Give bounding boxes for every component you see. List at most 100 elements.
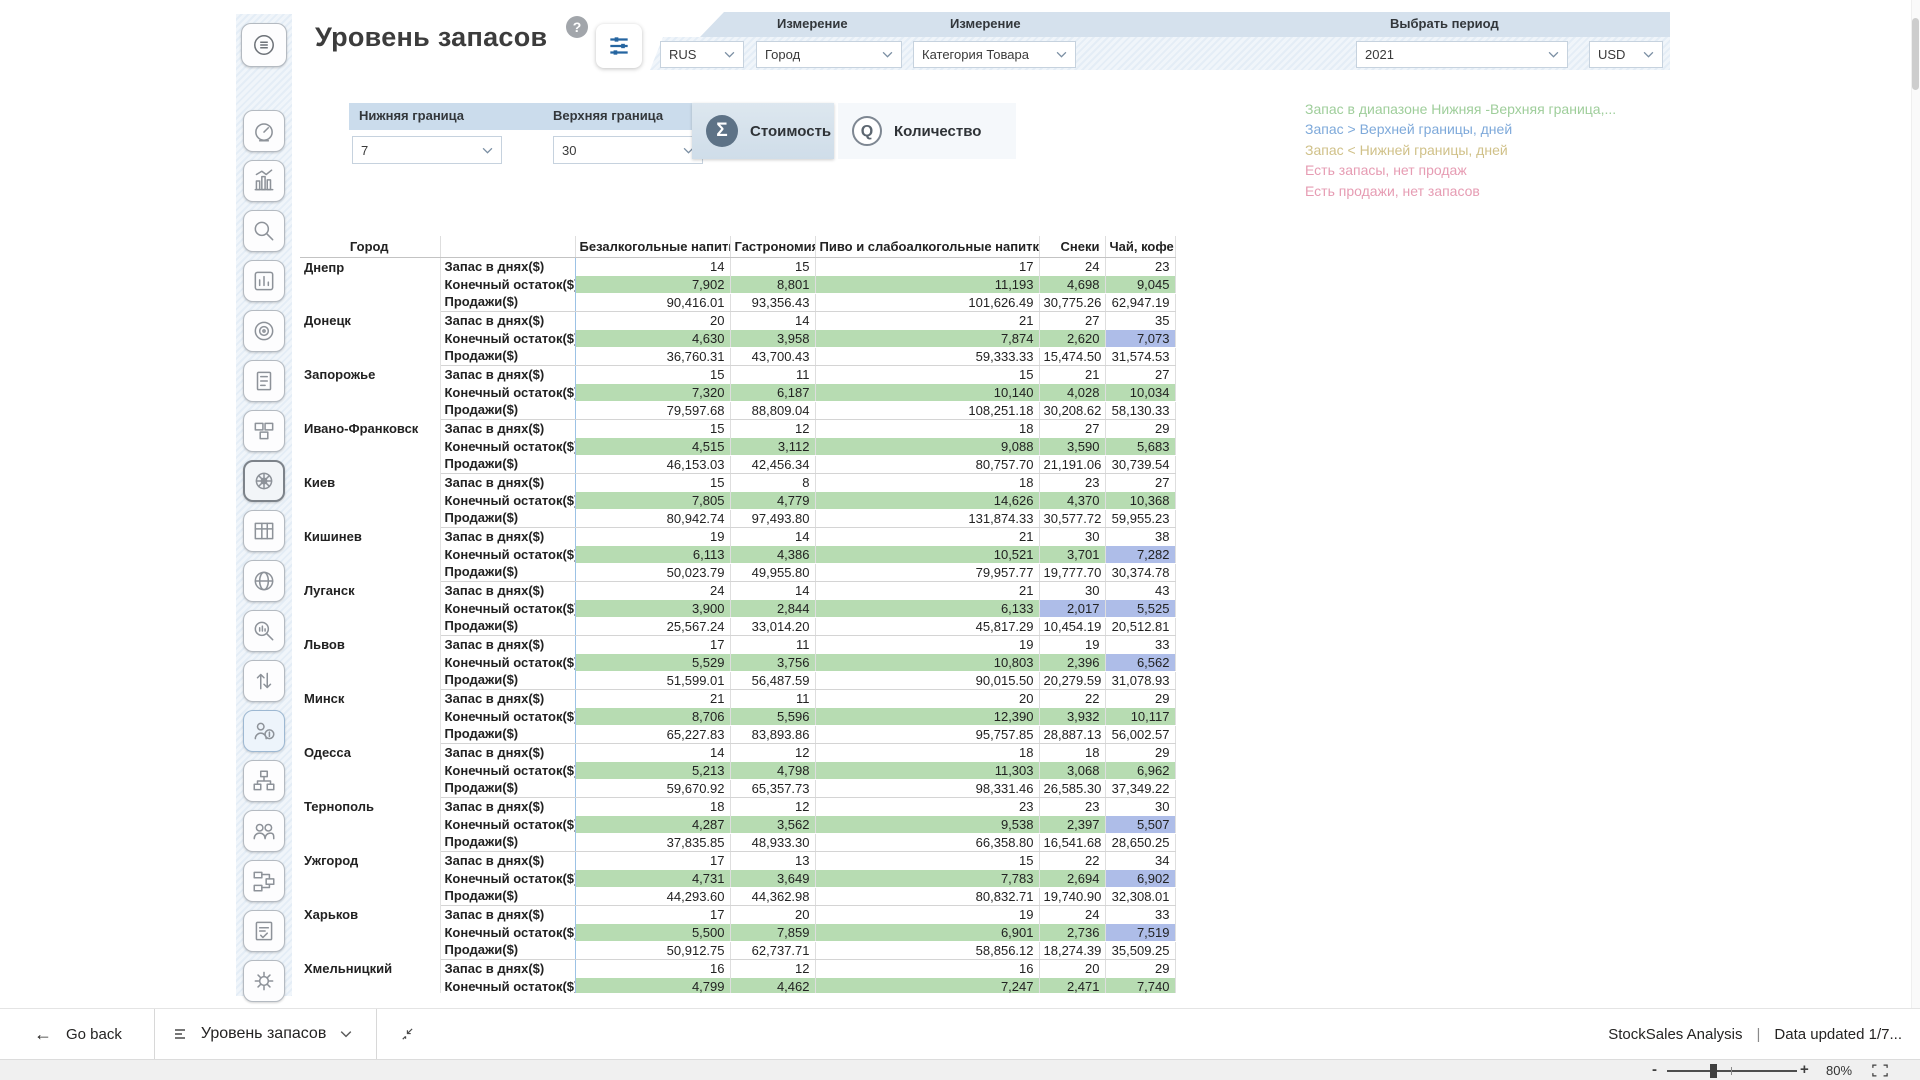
days-value: 18 — [815, 473, 1039, 491]
lower-bound-dropdown[interactable]: 7 — [352, 136, 502, 164]
sales-value: 25,567.24 — [575, 617, 730, 635]
metric-label: Запас в днях($) — [440, 851, 575, 869]
fit-to-page-icon[interactable] — [1872, 1064, 1888, 1077]
sales-value: 45,817.29 — [815, 617, 1039, 635]
kpi-gauge-icon[interactable] — [243, 110, 285, 152]
sales-value: 65,357.73 — [730, 779, 815, 797]
menu-icon[interactable] — [241, 23, 287, 67]
trend-chart-icon[interactable] — [243, 160, 285, 202]
target-icon[interactable] — [243, 310, 285, 352]
sales-value: 18,274.39 — [1039, 941, 1105, 959]
legend-item-2: Запас < Нижней границы, дней — [1305, 140, 1665, 160]
filter-sliders-icon[interactable] — [596, 24, 642, 68]
legend-item-4: Есть продажи, нет запасов — [1305, 181, 1665, 201]
stock-value: 7,902 — [575, 275, 730, 293]
days-value: 19 — [575, 527, 730, 545]
stock-value: 9,538 — [815, 815, 1039, 833]
zoom-out-button[interactable]: - — [1652, 1061, 1657, 1078]
metric-label: Конечный остаток($) — [440, 545, 575, 563]
city-cell: Минск — [300, 689, 440, 743]
dimension1-dropdown[interactable]: Город — [756, 41, 902, 68]
stock-value: 3,932 — [1039, 707, 1105, 725]
stock-value: 2,397 — [1039, 815, 1105, 833]
compare-arrows-icon[interactable] — [243, 660, 285, 702]
search-analysis-icon[interactable] — [243, 210, 285, 252]
legend-item-0: Запас в диапазоне Нижняя -Верхняя границ… — [1305, 99, 1665, 119]
stock-wheel-icon[interactable] — [243, 460, 285, 502]
search-report-icon[interactable] — [243, 610, 285, 652]
stock-value: 3,068 — [1039, 761, 1105, 779]
help-icon[interactable]: ? — [566, 16, 588, 38]
doc-check-icon[interactable] — [243, 910, 285, 952]
metric-label: Запас в днях($) — [440, 905, 575, 923]
stock-value: 3,562 — [730, 815, 815, 833]
lower-bound-label: Нижняя граница — [359, 108, 464, 123]
currency-dropdown[interactable]: USD — [1589, 41, 1663, 68]
collapse-button[interactable] — [399, 1027, 414, 1042]
stock-value: 2,620 — [1039, 329, 1105, 347]
stock-value: 7,073 — [1105, 329, 1175, 347]
bar-chart-icon[interactable] — [243, 260, 285, 302]
sales-value: 10,454.19 — [1039, 617, 1105, 635]
days-value: 14 — [730, 581, 815, 599]
zoom-slider-track[interactable] — [1667, 1070, 1797, 1072]
gear-analysis-icon[interactable] — [243, 960, 285, 1002]
sales-value: 19,740.90 — [1039, 887, 1105, 905]
stock-value: 3,112 — [730, 437, 815, 455]
city-cell: Харьков — [300, 905, 440, 959]
sales-value: 44,362.98 — [730, 887, 815, 905]
boxes-icon[interactable] — [243, 410, 285, 452]
process-flow-icon[interactable] — [243, 860, 285, 902]
sales-value: 30,208.62 — [1039, 401, 1105, 419]
zoom-slider-thumb[interactable] — [1710, 1064, 1717, 1078]
quantity-measure-button[interactable]: Q Количество — [838, 103, 1016, 159]
language-dropdown[interactable]: RUS — [660, 41, 744, 68]
days-value: 23 — [815, 797, 1039, 815]
column-header-beer: Пиво и слабоалкогольные напитки — [815, 236, 1039, 257]
stock-value: 9,088 — [815, 437, 1039, 455]
sales-value: 56,487.59 — [730, 671, 815, 689]
go-back-button[interactable]: ← Go back — [34, 1024, 122, 1045]
stock-value: 12,390 — [815, 707, 1039, 725]
days-value: 21 — [575, 689, 730, 707]
sales-value: 43,700.43 — [730, 347, 815, 365]
report-doc-icon[interactable] — [243, 360, 285, 402]
sales-value: 50,023.79 — [575, 563, 730, 581]
days-value: 34 — [1105, 851, 1175, 869]
sales-value: 80,942.74 — [575, 509, 730, 527]
vertical-scrollbar[interactable] — [1911, 0, 1920, 1008]
stock-value: 10,034 — [1105, 383, 1175, 401]
days-value: 15 — [815, 851, 1039, 869]
metric-label: Конечный остаток($) — [440, 707, 575, 725]
person-finance-icon[interactable] — [243, 710, 285, 752]
upper-bound-dropdown[interactable]: 30 — [553, 136, 703, 164]
days-value: 19 — [815, 905, 1039, 923]
stock-value: 4,630 — [575, 329, 730, 347]
dimension2-dropdown[interactable]: Категория Товара — [913, 41, 1076, 68]
table-row: ДнепрЗапас в днях($)1415172423 — [300, 257, 1175, 275]
days-value: 17 — [575, 851, 730, 869]
metric-label: Конечный остаток($) — [440, 275, 575, 293]
city-cell: Хмельницкий — [300, 959, 440, 993]
sales-value: 31,574.53 — [1105, 347, 1175, 365]
days-value: 17 — [575, 635, 730, 653]
stock-value: 11,193 — [815, 275, 1039, 293]
divider — [376, 1009, 377, 1059]
zoom-in-button[interactable]: + — [1800, 1061, 1809, 1078]
people-group-icon[interactable] — [243, 810, 285, 852]
stock-value: 4,462 — [730, 977, 815, 993]
metric-label: Конечный остаток($) — [440, 329, 575, 347]
scrollbar-thumb[interactable] — [1912, 18, 1919, 90]
days-value: 24 — [1039, 905, 1105, 923]
metric-label: Конечный остаток($) — [440, 869, 575, 887]
sales-value: 50,912.75 — [575, 941, 730, 959]
metric-label: Продажи($) — [440, 617, 575, 635]
cost-measure-button[interactable]: Σ Стоимость — [692, 103, 834, 159]
org-chart-icon[interactable] — [243, 760, 285, 802]
period-dropdown[interactable]: 2021 — [1356, 41, 1568, 68]
globe-icon[interactable] — [243, 560, 285, 602]
sales-value: 20,512.81 — [1105, 617, 1175, 635]
calendar-grid-icon[interactable] — [243, 510, 285, 552]
page-selector[interactable]: Уровень запасов — [173, 1025, 352, 1043]
metric-label: Продажи($) — [440, 779, 575, 797]
